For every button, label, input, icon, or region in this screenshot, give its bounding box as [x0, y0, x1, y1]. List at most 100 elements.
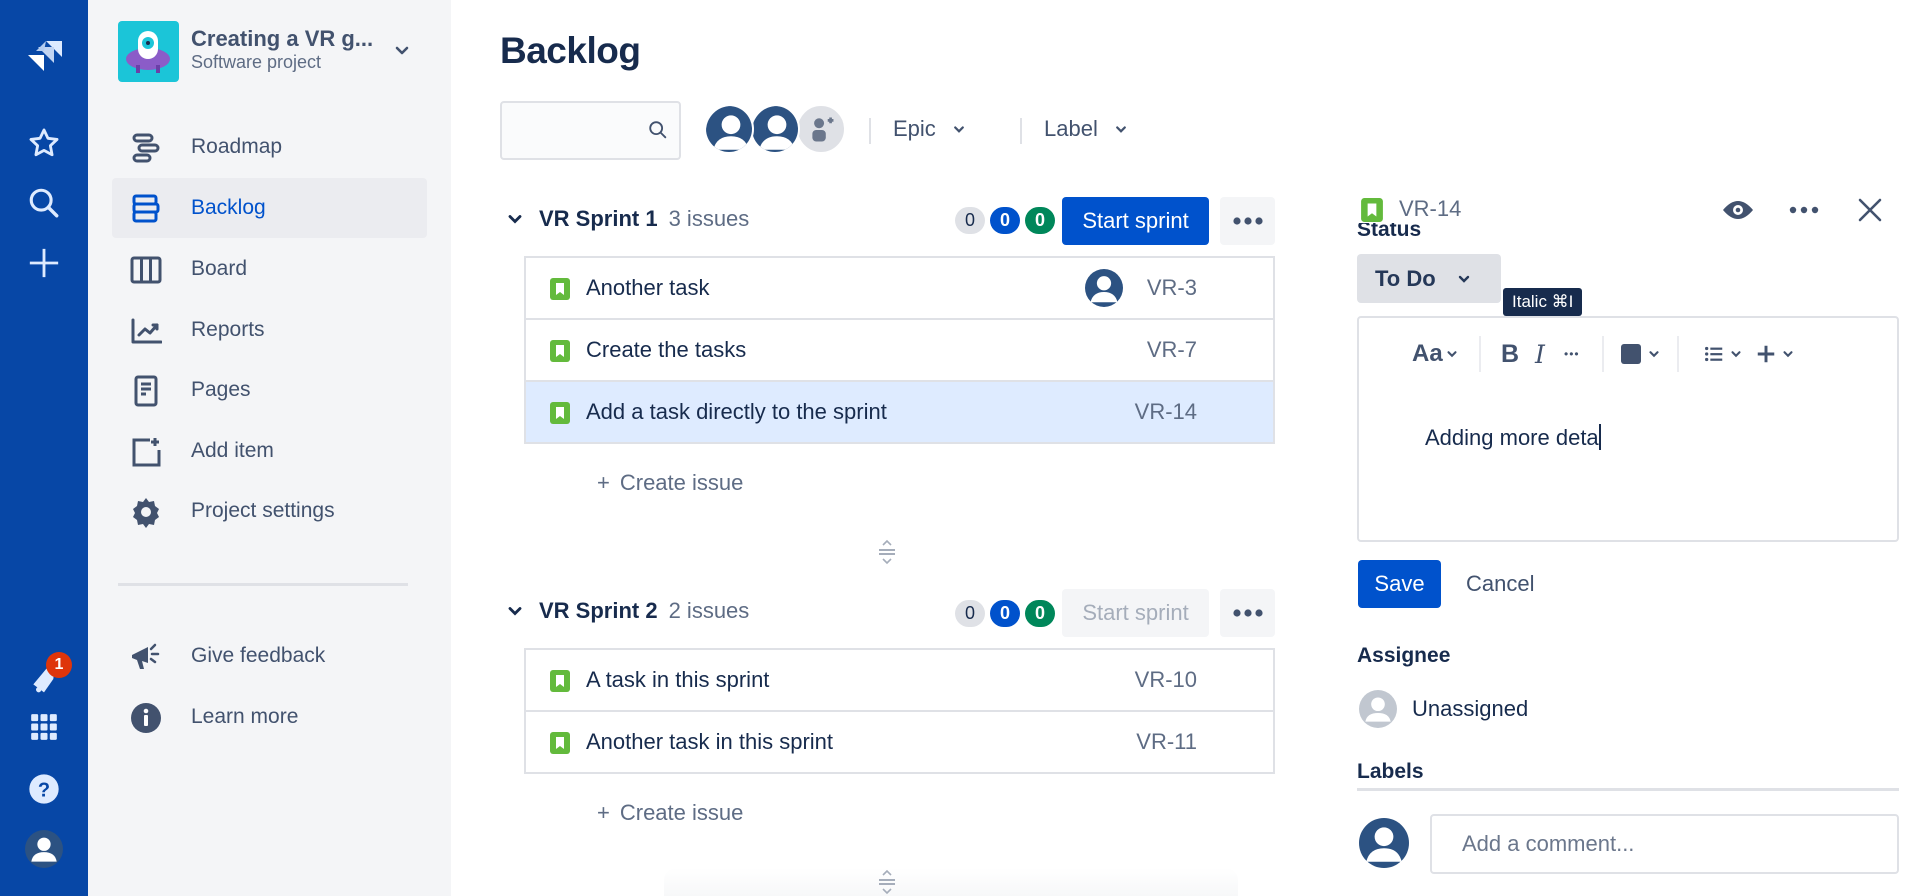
watch-button[interactable] — [1720, 192, 1756, 228]
more-icon — [1232, 609, 1263, 617]
issue-row[interactable]: Another task in this sprint VR-11 — [526, 712, 1273, 772]
sidebar-item-add-item[interactable]: Add item — [112, 421, 427, 481]
labels-divider — [1357, 788, 1899, 791]
comment-input[interactable]: Add a comment... — [1430, 814, 1899, 874]
epic-filter[interactable]: Epic — [893, 116, 968, 142]
issue-key[interactable]: VR-11 — [1136, 729, 1197, 755]
issue-key[interactable]: VR-14 — [1135, 399, 1197, 425]
app-switcher-icon[interactable] — [19, 702, 69, 752]
issue-row[interactable]: Another task VR-3 — [526, 258, 1273, 320]
chevron-down-icon[interactable] — [390, 38, 414, 62]
sidebar-item-label: Board — [191, 257, 248, 280]
cancel-button[interactable]: Cancel — [1466, 560, 1534, 608]
chevron-down-icon[interactable] — [505, 601, 525, 621]
resize-handle[interactable] — [875, 539, 899, 565]
story-icon — [550, 402, 570, 424]
label-filter[interactable]: Label — [1044, 116, 1130, 142]
sidebar-item-learn-more[interactable]: Learn more — [112, 687, 427, 747]
sprint-status-counts: 0 0 0 — [955, 207, 1055, 234]
sidebar-item-label: Project settings — [191, 499, 335, 522]
text-style-dropdown[interactable]: Aa — [1412, 336, 1459, 372]
plus-icon[interactable] — [19, 238, 69, 288]
issue-row-selected[interactable]: Add a task directly to the sprint VR-14 — [526, 382, 1273, 442]
insert-button[interactable] — [1755, 336, 1795, 372]
global-navigation: 1 ? — [0, 0, 88, 896]
status-label: Status — [1357, 223, 1422, 241]
filter-divider — [1020, 118, 1022, 144]
sprint-issue-list: A task in this sprint VR-10 Another task… — [524, 648, 1275, 774]
description-content: Adding more deta — [1425, 425, 1599, 450]
jira-logo-icon[interactable] — [19, 34, 69, 84]
italic-icon: I — [1535, 339, 1545, 369]
close-icon — [1858, 198, 1882, 222]
list-button[interactable] — [1703, 336, 1743, 372]
description-text[interactable]: Adding more deta — [1425, 424, 1601, 451]
detail-more-button[interactable] — [1786, 192, 1822, 228]
assignee-avatar — [1085, 269, 1123, 307]
todo-count: 0 — [955, 207, 985, 234]
issue-key[interactable]: VR-7 — [1147, 337, 1197, 363]
start-sprint-button-disabled[interactable]: Start sprint — [1062, 589, 1209, 637]
issue-key[interactable]: VR-10 — [1135, 667, 1197, 693]
detail-issue-key[interactable]: VR-14 — [1399, 196, 1461, 222]
text-color-button[interactable] — [1621, 336, 1661, 372]
more-formatting-button[interactable]: ••• — [1564, 336, 1580, 372]
issue-key[interactable]: VR-3 — [1147, 275, 1197, 301]
page-title: Backlog — [500, 30, 641, 71]
italic-button[interactable]: I — [1535, 336, 1545, 372]
story-icon — [550, 670, 570, 692]
toolbar-divider — [1479, 336, 1481, 372]
sprint-header[interactable]: VR Sprint 1 3 issues — [505, 206, 749, 232]
project-name[interactable]: Creating a VR g... — [191, 26, 373, 52]
label-filter-label: Label — [1044, 116, 1098, 141]
sprint-more-button[interactable] — [1220, 197, 1275, 245]
todo-count: 0 — [955, 600, 985, 627]
add-people-button[interactable] — [796, 104, 846, 154]
status-dropdown[interactable]: To Do — [1357, 254, 1501, 303]
sidebar-item-board[interactable]: Board — [112, 239, 427, 299]
bold-icon: B — [1501, 339, 1520, 368]
description-editor[interactable]: Aa B I ••• Adding more deta — [1357, 316, 1899, 542]
search-input[interactable] — [500, 101, 681, 160]
assignee-value[interactable]: Unassigned — [1412, 696, 1528, 722]
sidebar-item-label: Learn more — [191, 705, 299, 728]
help-icon[interactable]: ? — [19, 764, 69, 814]
sidebar-item-give-feedback[interactable]: Give feedback — [112, 626, 427, 686]
sidebar-item-pages[interactable]: Pages — [112, 360, 427, 420]
resize-handle[interactable] — [875, 869, 899, 895]
sprint-status-counts: 0 0 0 — [955, 600, 1055, 627]
chevron-down-icon[interactable] — [505, 209, 525, 229]
create-issue-button[interactable]: + Create issue — [597, 800, 743, 826]
board-icon — [130, 254, 162, 286]
sprint-header[interactable]: VR Sprint 2 2 issues — [505, 598, 749, 624]
text-caret — [1598, 424, 1601, 450]
sprint-more-button[interactable] — [1220, 589, 1275, 637]
sprint-issue-list: Another task VR-3 Create the tasks VR-7 … — [524, 256, 1275, 444]
issue-row[interactable]: Create the tasks VR-7 — [526, 320, 1273, 382]
save-button[interactable]: Save — [1358, 560, 1441, 608]
user-avatar-filter[interactable] — [704, 104, 754, 154]
add-item-icon — [130, 436, 162, 468]
bold-button[interactable]: B — [1501, 336, 1519, 372]
issue-summary: Another task in this sprint — [586, 729, 834, 754]
sidebar-item-label: Reports — [191, 318, 265, 341]
sidebar-item-reports[interactable]: Reports — [112, 300, 427, 360]
sidebar-item-project-settings[interactable]: Project settings — [112, 481, 427, 541]
sidebar-item-backlog[interactable]: Backlog — [112, 178, 427, 238]
create-issue-button[interactable]: + Create issue — [597, 470, 743, 496]
more-icon: ••• — [1564, 347, 1580, 361]
done-count: 0 — [1025, 207, 1055, 234]
more-icon — [1789, 206, 1819, 214]
close-button[interactable] — [1852, 192, 1888, 228]
issue-row[interactable]: A task in this sprint VR-10 — [526, 650, 1273, 712]
profile-avatar-icon[interactable] — [19, 824, 69, 874]
start-sprint-button[interactable]: Start sprint — [1062, 197, 1209, 245]
search-field[interactable] — [510, 113, 640, 147]
story-icon — [550, 732, 570, 754]
issue-summary: Create the tasks — [586, 337, 747, 362]
sidebar-item-roadmap[interactable]: Roadmap — [112, 117, 427, 177]
search-icon[interactable] — [19, 178, 69, 228]
story-icon — [1361, 198, 1383, 222]
star-icon[interactable] — [19, 118, 69, 168]
user-avatar-filter[interactable] — [750, 104, 800, 154]
